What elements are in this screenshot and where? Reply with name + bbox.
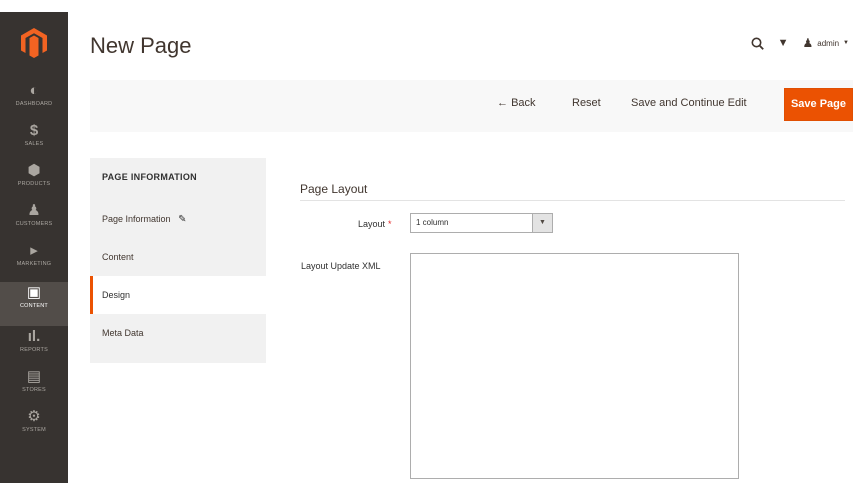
bar-chart-icon: ıl.	[27, 328, 41, 345]
tab-page-information[interactable]: Page Information ✎	[90, 200, 266, 238]
section-title: Page Layout	[300, 182, 368, 196]
save-and-continue-button[interactable]: Save and Continue Edit	[631, 97, 747, 109]
sidebar-item-dashboard[interactable]: ◐ DASHBOARD	[0, 82, 68, 122]
required-mark: *	[388, 219, 392, 229]
admin-username: admin	[817, 38, 840, 48]
tab-design[interactable]: Design	[90, 276, 266, 314]
sidebar-item-marketing[interactable]: ▸ MARKETING	[0, 242, 68, 282]
sidebar-item-products[interactable]: ⬢ PRODUCTS	[0, 162, 68, 202]
sidebar-item-label: CONTENT	[20, 303, 48, 309]
cube-icon: ⬢	[27, 162, 41, 179]
chevron-down-icon: ▼	[532, 214, 552, 232]
sidebar-item-customers[interactable]: ♟ CUSTOMERS	[0, 202, 68, 242]
layout-label-text: Layout	[358, 219, 386, 229]
user-icon: ♟	[802, 36, 814, 50]
admin-sidebar: ◐ DASHBOARD $ SALES ⬢ PRODUCTS ♟ CUSTOME…	[0, 12, 68, 483]
store-icon: ▤	[26, 368, 42, 385]
main-content: New Page ▼ ♟ admin ▼ ← Back Reset Save a…	[68, 12, 859, 483]
back-label: Back	[511, 97, 536, 109]
sidebar-item-stores[interactable]: ▤ STORES	[0, 368, 68, 408]
chevron-down-icon: ▼	[843, 40, 849, 46]
page-information-tabs: PAGE INFORMATION Page Information ✎ Cont…	[90, 158, 266, 363]
layout-update-xml-textarea[interactable]	[410, 253, 739, 479]
megaphone-icon: ▸	[30, 242, 38, 259]
sidebar-item-label: MARKETING	[16, 261, 52, 267]
back-button[interactable]: ← Back	[497, 97, 536, 109]
reset-button[interactable]: Reset	[572, 97, 601, 109]
sidebar-item-label: PRODUCTS	[17, 181, 51, 187]
sidebar-item-sales[interactable]: $ SALES	[0, 122, 68, 162]
bell-icon[interactable]: ▼	[778, 37, 789, 49]
tab-label: Page Information	[102, 214, 171, 224]
page-actions-bar: ← Back Reset Save and Continue Edit Save…	[90, 80, 853, 132]
dashboard-icon: ◐	[29, 82, 39, 99]
layout-select[interactable]: 1 column ▼	[410, 213, 553, 233]
header-tools: ▼ ♟ admin ▼	[751, 36, 849, 50]
sidebar-item-content[interactable]: ▣ CONTENT	[0, 282, 68, 326]
sidebar-item-label: SALES	[24, 141, 44, 147]
sidebar-item-label: REPORTS	[20, 347, 48, 353]
arrow-left-icon: ←	[497, 97, 508, 109]
save-page-button[interactable]: Save Page	[784, 88, 853, 121]
tabs-title: PAGE INFORMATION	[102, 172, 197, 182]
layout-field-label: Layout *	[358, 219, 392, 229]
tab-meta-data[interactable]: Meta Data	[90, 314, 266, 352]
layout-selected-value: 1 column	[416, 218, 449, 227]
sidebar-item-system[interactable]: ⚙ SYSTEM	[0, 408, 68, 448]
tab-content[interactable]: Content	[90, 238, 266, 276]
sidebar-item-label: STORES	[22, 387, 46, 393]
gear-icon: ⚙	[27, 408, 41, 425]
pencil-icon: ✎	[178, 214, 187, 225]
section-divider	[300, 200, 845, 201]
magento-logo[interactable]	[21, 28, 47, 58]
layout-update-xml-label: Layout Update XML	[301, 261, 381, 271]
search-icon[interactable]	[751, 37, 764, 50]
dollar-icon: $	[29, 122, 39, 139]
sidebar-item-label: DASHBOARD	[15, 101, 53, 107]
page-title: New Page	[90, 33, 192, 58]
person-icon: ♟	[27, 202, 41, 219]
sidebar-item-label: CUSTOMERS	[15, 221, 53, 227]
admin-user-menu[interactable]: ♟ admin ▼	[802, 36, 849, 50]
sidebar-item-reports[interactable]: ıl. REPORTS	[0, 328, 68, 368]
sidebar-item-label: SYSTEM	[22, 427, 46, 433]
layout-icon: ▣	[26, 284, 42, 301]
